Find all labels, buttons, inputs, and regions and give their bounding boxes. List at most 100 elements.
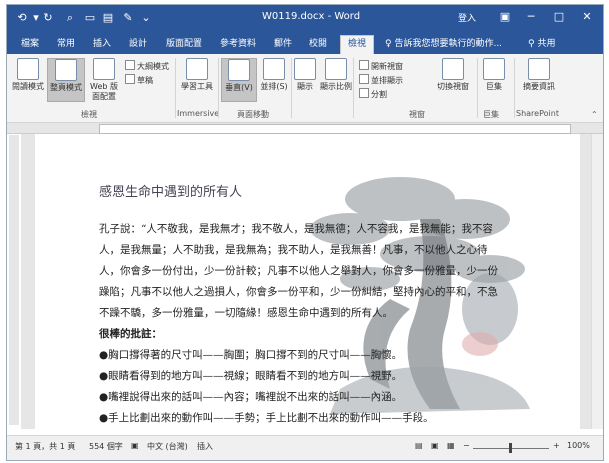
format-icon[interactable]: ✎: [121, 10, 135, 26]
outline-button[interactable]: 大綱模式: [125, 60, 169, 72]
customize-icon[interactable]: ⌄: [139, 10, 153, 26]
tell-me-search[interactable]: ♀ 告訴我您想要執行的動作...: [385, 36, 502, 49]
document-page[interactable]: 感恩生命中遇到的所有人 孔子說：“人不敬我，是我無才；我不敬人，是我無德；人不容…: [35, 134, 580, 429]
tab-insert[interactable]: 插入: [87, 36, 117, 54]
group-separator: [353, 58, 354, 118]
new-window-button[interactable]: 開新視窗: [359, 60, 403, 72]
web-layout-button[interactable]: Web 版面配置: [87, 58, 121, 102]
macro-icon: [483, 58, 505, 80]
draft-button[interactable]: 草稿: [125, 74, 153, 86]
title-bar: ⟲ ▾ ↻ ⌕ ▭ ▤ ✎ ⌄ W0119.docx - Word 登入 ▣ ─…: [7, 5, 603, 32]
bullet-item: ●胸口撐得著的尺寸叫——胸圍；胸口撐不到的尺寸叫——胸懷。: [99, 349, 403, 361]
learning-tools-button[interactable]: 學習工具: [179, 58, 215, 92]
share-button[interactable]: ⚲ 共用: [528, 36, 555, 49]
section-heading: 很棒的批註：: [99, 328, 162, 340]
group-page-move-label: 頁面移動: [237, 110, 269, 119]
split-button[interactable]: 分割: [359, 88, 387, 100]
status-bar: 第 1 頁，共 1 頁 554 個字 ▣ 中文 (台灣) 插入 ▤ ▣ ▦ − …: [7, 435, 603, 460]
new-icon[interactable]: ▭: [83, 10, 97, 26]
magnifier-icon: [325, 58, 347, 80]
vertical-scroll-icon: [228, 59, 250, 81]
zoom-level[interactable]: 100%: [567, 441, 590, 450]
show-button[interactable]: 顯示: [293, 58, 317, 92]
summary-button[interactable]: 摘要資訊: [521, 58, 557, 92]
save-icon[interactable]: ⟲: [15, 10, 29, 26]
document-body: 孔子說：“人不敬我，是我無才；我不敬人，是我無德；人不容我，是我無能；我不容 人…: [99, 219, 539, 429]
outline-icon: [125, 60, 135, 70]
web-layout-view-icon[interactable]: ▦: [447, 441, 455, 450]
redo-icon[interactable]: ↻: [41, 10, 55, 26]
tab-references[interactable]: 參考資料: [214, 36, 262, 54]
login-link[interactable]: 登入: [458, 11, 476, 24]
bullet-item: ●手上比劃出來的動作叫——手勢；手上比劃不出來的動作叫——手段。: [99, 412, 434, 424]
show-icon: [294, 58, 316, 80]
switch-windows-button[interactable]: 切換視窗: [435, 58, 471, 92]
print-layout-button[interactable]: 整頁模式: [47, 58, 85, 102]
group-views-label: 檢視: [81, 110, 97, 119]
group-sharepoint-label: SharePoint: [516, 109, 559, 118]
paragraph-line: 躁陷；凡事不以他人之過損人，你會多一份平和，少一份糾結，堅持內心的平和，不急: [99, 286, 498, 298]
vertical-ruler[interactable]: [9, 135, 19, 425]
bullet-item: ●眼睛看得到的地方叫——視線；眼睛看不到的地方叫——視野。: [99, 370, 403, 382]
tab-mailings[interactable]: 郵件: [268, 36, 298, 54]
tab-home[interactable]: 常用: [51, 36, 81, 54]
print-layout-view-icon[interactable]: ▣: [431, 441, 439, 450]
page-count[interactable]: 第 1 頁，共 1 頁: [15, 441, 75, 452]
sharepoint-icon: [528, 58, 550, 80]
globe-icon: [93, 58, 115, 80]
paragraph-line: 不躁不驕，多一份雅量，一切隨緣！感恩生命中遇到的所有人。: [99, 307, 393, 319]
group-separator: [477, 58, 478, 118]
horizontal-ruler[interactable]: [7, 123, 603, 134]
tab-layout[interactable]: 版面配置: [160, 36, 208, 54]
new-window-icon: [359, 60, 369, 70]
ribbon-view: 閱讀模式 整頁模式 Web 版面配置 大綱模式 草稿 檢視 學習工具 Immer…: [7, 54, 603, 123]
paragraph-line: 孔子說：“人不敬我，是我無才；我不敬人，是我無德；人不容我，是我無能；我不容: [99, 223, 493, 235]
group-separator: [175, 58, 176, 118]
read-mode-view-icon[interactable]: ▤: [415, 441, 423, 450]
paragraph-line: 人，你會多一份付出，少一份計較；凡事不以他人之舉對人，你會多一份雅量，少一份: [99, 265, 498, 277]
group-separator: [218, 58, 219, 118]
collapse-ribbon-icon[interactable]: ⌃: [591, 110, 598, 119]
proofing-icon[interactable]: ▣: [131, 441, 139, 450]
vertical-scrollbar[interactable]: [591, 134, 603, 429]
group-separator: [514, 58, 515, 118]
zoom-button[interactable]: 顯示比例: [319, 58, 353, 92]
group-window-label: 視窗: [409, 110, 425, 119]
draft-icon: [125, 74, 135, 84]
close-button[interactable]: ✕: [575, 8, 599, 26]
undo-icon[interactable]: ▾: [31, 10, 41, 26]
insert-mode[interactable]: 插入: [197, 441, 213, 452]
zoom-in-button[interactable]: +: [553, 441, 560, 450]
vertical-button[interactable]: 垂直(V): [221, 58, 257, 102]
word-count[interactable]: 554 個字: [89, 441, 123, 452]
tab-review[interactable]: 校閱: [303, 36, 333, 54]
minimize-button[interactable]: ─: [519, 8, 543, 26]
tab-design[interactable]: 設計: [123, 36, 153, 54]
side-by-side-button[interactable]: 並排(S): [257, 58, 291, 92]
document-area: 感恩生命中遇到的所有人 孔子說：“人不敬我，是我無才；我不敬人，是我無德；人不容…: [21, 134, 591, 429]
group-separator: [291, 58, 292, 118]
zoom-out-button[interactable]: −: [463, 441, 470, 450]
zoom-slider-thumb[interactable]: [509, 443, 512, 453]
arrange-all-button[interactable]: 並排顯示: [359, 74, 403, 86]
tab-view[interactable]: 檢視: [340, 35, 374, 55]
open-icon[interactable]: ▤: [101, 10, 115, 26]
tab-file[interactable]: 檔案: [15, 36, 45, 54]
group-immersive-label: Immersive: [177, 109, 220, 118]
ruler-track: [99, 124, 571, 134]
document-heading: 感恩生命中遇到的所有人: [99, 185, 243, 200]
ribbon-tabs: 檔案 常用 插入 設計 版面配置 參考資料 郵件 校閱 檢視: [7, 32, 603, 55]
macros-button[interactable]: 巨集: [480, 58, 508, 92]
document-title: W0119.docx - Word: [262, 11, 361, 22]
arrange-all-icon: [359, 74, 369, 84]
maximize-button[interactable]: □: [547, 8, 571, 26]
word-window: ⟲ ▾ ↻ ⌕ ▭ ▤ ✎ ⌄ W0119.docx - Word 登入 ▣ ─…: [6, 4, 604, 461]
print-preview-icon[interactable]: ⌕: [63, 10, 77, 26]
switch-windows-icon: [442, 58, 464, 80]
split-icon: [359, 88, 369, 98]
side-by-side-icon: [263, 58, 285, 80]
read-mode-button[interactable]: 閱讀模式: [11, 58, 45, 92]
ribbon-display-icon[interactable]: ▣: [493, 8, 517, 26]
language[interactable]: 中文 (台灣): [147, 441, 188, 452]
paragraph-line: 人，是我無量；人不助我，是我無為；我不助人，是我無善！凡事，不以他人之心待: [99, 244, 488, 256]
